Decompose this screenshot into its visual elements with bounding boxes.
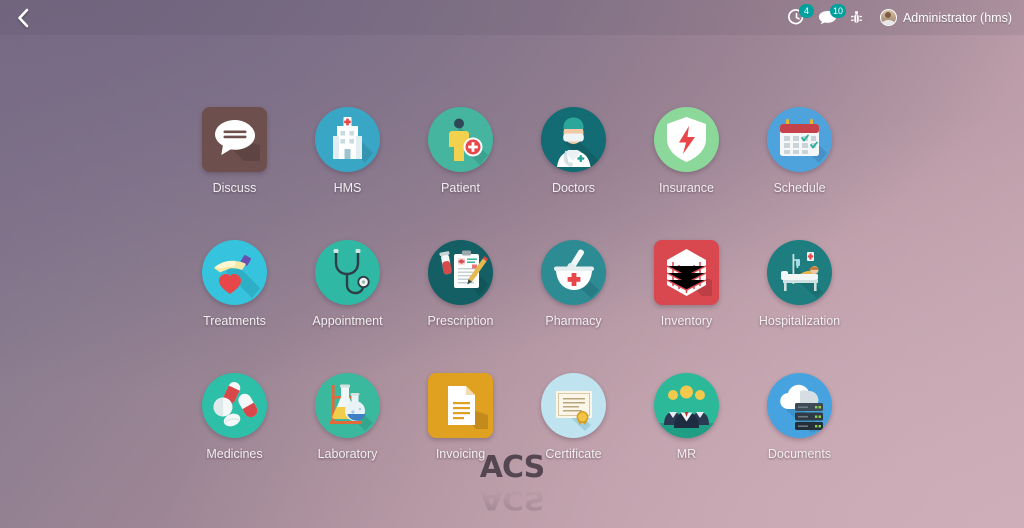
messages-menu-button[interactable]: 10 <box>818 4 846 26</box>
activity-menu-button[interactable]: 4 <box>788 4 814 26</box>
cloud-server-icon <box>767 373 832 438</box>
shield-bolt-icon <box>654 107 719 172</box>
app-tile-schedule[interactable]: Schedule <box>743 107 856 196</box>
brand-logo-text: ACS <box>479 450 545 485</box>
warehouse-icon <box>654 240 719 305</box>
user-menu[interactable]: Administrator (hms) <box>879 9 1012 26</box>
app-tile-insurance[interactable]: Insurance <box>630 107 743 196</box>
mortar-pestle-icon <box>541 240 606 305</box>
prescription-icon <box>428 240 493 305</box>
back-button[interactable] <box>10 5 36 31</box>
app-tile-pharmacy[interactable]: Pharmacy <box>517 240 630 329</box>
app-tile-mr[interactable]: MR <box>630 373 743 462</box>
bug-icon <box>850 10 863 25</box>
messages-badge-count: 10 <box>829 4 846 18</box>
patient-icon <box>428 107 493 172</box>
app-label: Treatments <box>203 314 266 328</box>
home-apps-screen: 4 10 Administrator (hms) Discuss HMS Pat… <box>0 0 1024 528</box>
app-label: Patient <box>441 181 480 195</box>
app-tile-discuss[interactable]: Discuss <box>178 107 291 196</box>
app-tile-doctors[interactable]: Doctors <box>517 107 630 196</box>
app-label: Inventory <box>660 314 713 328</box>
invoice-doc-icon <box>428 373 493 438</box>
hand-heart-icon <box>202 240 267 305</box>
footer-logo: ACS ACS <box>0 450 1024 515</box>
doctor-icon <box>541 107 606 172</box>
lab-flask-icon <box>315 373 380 438</box>
app-label: Insurance <box>659 181 714 195</box>
debug-menu-button[interactable] <box>850 10 863 25</box>
app-tile-hospitalization[interactable]: Hospitalization <box>743 240 856 329</box>
user-name-label: Administrator (hms) <box>902 10 1012 25</box>
certificate-icon <box>541 373 606 438</box>
brand-logo-reflection: ACS <box>479 484 545 515</box>
app-label: Doctors <box>551 181 596 195</box>
topbar-right-group: 4 10 Administrator (hms) <box>788 4 1016 26</box>
hospital-bed-icon <box>767 240 832 305</box>
app-label: Schedule <box>773 181 826 195</box>
app-tile-appointment[interactable]: Appointment <box>291 240 404 329</box>
app-tile-medicines[interactable]: Medicines <box>178 373 291 462</box>
top-navbar: 4 10 Administrator (hms) <box>0 0 1024 35</box>
app-label: Hospitalization <box>758 314 841 328</box>
stethoscope-icon <box>315 240 380 305</box>
app-tile-laboratory[interactable]: Laboratory <box>291 373 404 462</box>
activity-badge-count: 4 <box>798 4 814 18</box>
discuss-icon <box>202 107 267 172</box>
app-tile-invoicing[interactable]: Invoicing <box>404 373 517 462</box>
app-label: Prescription <box>427 314 494 328</box>
calendar-icon <box>767 107 832 172</box>
people-group-icon <box>654 373 719 438</box>
app-tile-hms[interactable]: HMS <box>291 107 404 196</box>
app-label: Pharmacy <box>545 314 602 328</box>
app-tile-inventory[interactable]: Inventory <box>630 240 743 329</box>
app-tile-prescription[interactable]: Prescription <box>404 240 517 329</box>
avatar <box>879 9 897 26</box>
app-tile-treatments[interactable]: Treatments <box>178 240 291 329</box>
chevron-left-icon <box>15 7 31 29</box>
app-grid: Discuss HMS Patient Doctors Insurance Sc… <box>0 107 1024 462</box>
app-label: Appointment <box>312 314 383 328</box>
hospital-icon <box>315 107 380 172</box>
app-tile-documents[interactable]: Documents <box>743 373 856 462</box>
app-label: Discuss <box>212 181 257 195</box>
app-label: HMS <box>333 181 362 195</box>
pills-icon <box>202 373 267 438</box>
app-tile-patient[interactable]: Patient <box>404 107 517 196</box>
app-tile-certificate[interactable]: Certificate <box>517 373 630 462</box>
